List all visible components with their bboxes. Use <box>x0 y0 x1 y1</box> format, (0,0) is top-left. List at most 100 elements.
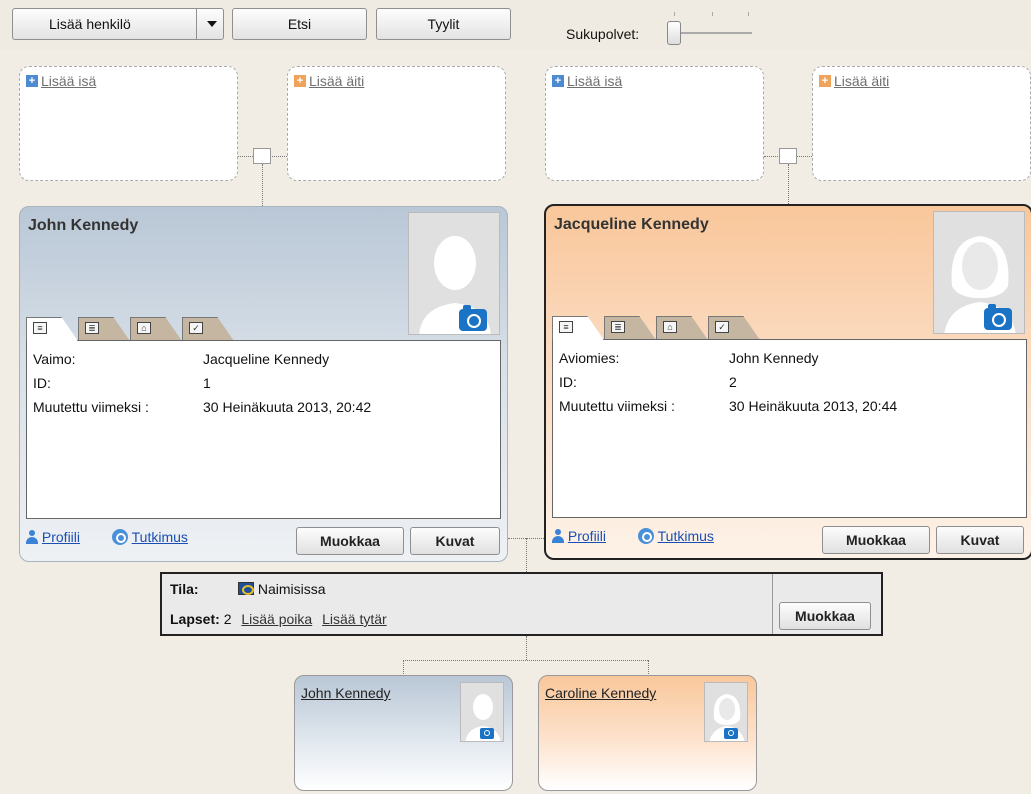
card-footer: Profiili Tutkimus Muokkaa Kuvat <box>26 527 501 555</box>
add-mother-link[interactable]: + Lisää äiti <box>819 73 889 89</box>
house-icon: ⌂ <box>137 322 151 334</box>
photos-button[interactable]: Kuvat <box>936 526 1024 554</box>
add-father-label: Lisää isä <box>567 73 623 89</box>
connector-line <box>526 636 527 660</box>
calendar-icon: ✓ <box>715 321 729 333</box>
generations-label: Sukupolvet: <box>566 26 640 42</box>
profile-link[interactable]: Profiili <box>26 529 80 545</box>
family-box: Tila: Naimisissa Lapset: 2 Lisää poika L… <box>160 572 883 636</box>
tab-info[interactable]: ≡ <box>26 317 78 341</box>
camera-icon[interactable] <box>480 728 494 739</box>
photos-button[interactable]: Kuvat <box>410 527 500 555</box>
add-mother-link[interactable]: + Lisää äiti <box>294 73 364 89</box>
photos-button-label: Kuvat <box>960 532 1000 548</box>
slider-tick <box>674 12 675 16</box>
tab-info[interactable]: ≡ <box>552 316 604 340</box>
field-label: ID: <box>559 374 577 390</box>
research-link[interactable]: Tutkimus <box>112 529 188 545</box>
field-value: 2 <box>729 374 737 390</box>
field-value: John Kennedy <box>729 350 819 366</box>
info-panel: Vaimo: Jacqueline Kennedy ID: 1 Muutettu… <box>26 340 501 519</box>
add-person-dropdown-button[interactable] <box>196 8 226 40</box>
add-person-label: Lisää henkilö <box>49 16 131 32</box>
slider-tick <box>712 12 713 16</box>
camera-icon[interactable] <box>984 304 1012 330</box>
field-label: Muutettu viimeksi : <box>559 398 675 414</box>
search-button[interactable]: Etsi <box>232 8 367 40</box>
camera-icon[interactable] <box>459 305 487 331</box>
house-icon: ⌂ <box>663 321 677 333</box>
connector-line <box>788 164 789 204</box>
search-icon <box>638 528 654 544</box>
add-mother-label: Lisää äiti <box>834 73 890 89</box>
connector-line <box>403 660 648 661</box>
child-name-link[interactable]: Caroline Kennedy <box>545 685 656 701</box>
child-card-john: John Kennedy <box>294 675 513 791</box>
research-link-label: Tutkimus <box>131 529 188 545</box>
plus-icon: + <box>26 75 38 87</box>
child-card-caroline: Caroline Kennedy <box>538 675 757 791</box>
add-daughter-link[interactable]: Lisää tytär <box>322 611 387 627</box>
generations-slider-track[interactable] <box>670 32 752 34</box>
list-icon: ≣ <box>611 321 625 333</box>
ring-icon <box>238 582 254 595</box>
person-card-jacqueline: Jacqueline Kennedy ≡ ≣ ⌂ ✓ Aviomies: Joh… <box>544 204 1031 560</box>
add-mother-placeholder-right: + Lisää äiti <box>812 66 1031 181</box>
child-name-link[interactable]: John Kennedy <box>301 685 391 701</box>
add-father-placeholder-left: + Lisää isä <box>19 66 238 181</box>
tab-home[interactable]: ⌂ <box>130 317 182 341</box>
photos-button-label: Kuvat <box>435 533 475 549</box>
tab-events[interactable]: ✓ <box>182 317 234 341</box>
add-father-link[interactable]: + Lisää isä <box>552 73 622 89</box>
marriage-status: Naimisissa <box>238 581 326 597</box>
person-name: Jacqueline Kennedy <box>554 216 709 233</box>
field-label: Muutettu viimeksi : <box>33 399 149 415</box>
avatar[interactable] <box>460 682 504 742</box>
plus-icon: + <box>552 75 564 87</box>
add-father-link[interactable]: + Lisää isä <box>26 73 96 89</box>
field-value: 30 Heinäkuuta 2013, 20:44 <box>729 398 898 414</box>
children-label: Lapset: <box>170 611 220 627</box>
tab-home[interactable]: ⌂ <box>656 316 708 340</box>
id-card-icon: ≡ <box>559 321 573 333</box>
tab-events[interactable]: ✓ <box>708 316 760 340</box>
add-father-label: Lisää isä <box>41 73 97 89</box>
connector-line <box>648 660 649 676</box>
styles-button[interactable]: Tyylit <box>376 8 511 40</box>
add-son-link[interactable]: Lisää poika <box>241 611 312 627</box>
profile-link-label: Profiili <box>41 529 81 545</box>
add-mother-label: Lisää äiti <box>309 73 365 89</box>
edit-button[interactable]: Muokkaa <box>822 526 930 554</box>
generations-slider-handle[interactable] <box>667 21 681 45</box>
children-count: 2 <box>223 611 232 627</box>
card-footer: Profiili Tutkimus Muokkaa Kuvat <box>552 526 1027 554</box>
research-link[interactable]: Tutkimus <box>638 528 714 544</box>
edit-button-label: Muokkaa <box>320 533 380 549</box>
family-edit-button[interactable]: Muokkaa <box>779 602 871 630</box>
status-value: Naimisissa <box>257 581 326 597</box>
edit-button[interactable]: Muokkaa <box>296 527 404 555</box>
list-icon: ≣ <box>85 322 99 334</box>
divider <box>772 574 773 634</box>
avatar[interactable] <box>933 211 1025 334</box>
camera-icon[interactable] <box>724 728 738 739</box>
field-value: Jacqueline Kennedy <box>203 351 330 367</box>
profile-link[interactable]: Profiili <box>552 528 606 544</box>
add-person-button[interactable]: Lisää henkilö <box>12 8 224 40</box>
avatar[interactable] <box>408 212 500 335</box>
status-label: Tila: <box>170 581 199 597</box>
research-link-label: Tutkimus <box>657 528 714 544</box>
tab-details[interactable]: ≣ <box>604 316 656 340</box>
calendar-icon: ✓ <box>189 322 203 334</box>
edit-button-label: Muokkaa <box>795 608 855 624</box>
styles-button-label: Tyylit <box>427 16 460 32</box>
chevron-down-icon <box>206 21 217 27</box>
person-card-john: John Kennedy ≡ ≣ ⌂ ✓ Vaimo: Jacqueline K… <box>19 206 508 562</box>
info-panel: Aviomies: John Kennedy ID: 2 Muutettu vi… <box>552 339 1027 518</box>
connector-line <box>403 660 404 676</box>
avatar[interactable] <box>704 682 748 742</box>
slider-tick <box>748 12 749 16</box>
add-father-placeholder-right: + Lisää isä <box>545 66 764 181</box>
profile-link-label: Profiili <box>567 528 607 544</box>
tab-details[interactable]: ≣ <box>78 317 130 341</box>
